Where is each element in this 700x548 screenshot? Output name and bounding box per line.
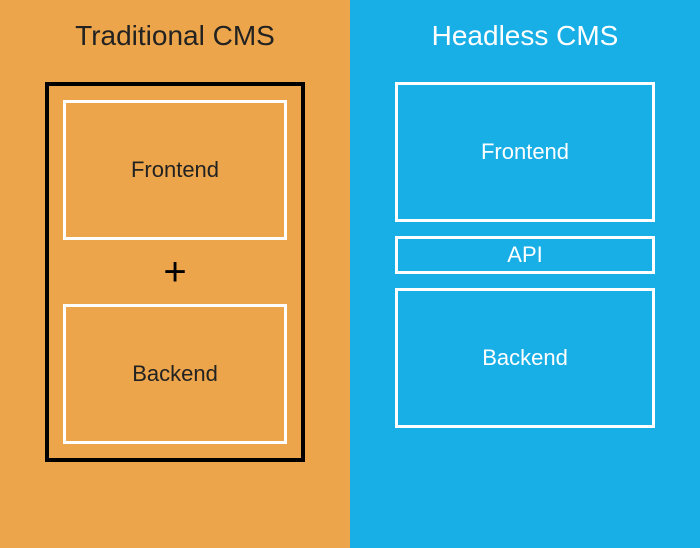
traditional-backend-box: Backend [63,304,287,444]
traditional-cms-panel: Traditional CMS Frontend + Backend [0,0,350,548]
api-box: API [395,236,655,274]
headless-stack: Frontend API Backend [395,82,655,428]
monolith-container: Frontend + Backend [45,82,305,462]
headless-frontend-box: Frontend [395,82,655,222]
headless-backend-box: Backend [395,288,655,428]
traditional-frontend-box: Frontend [63,100,287,240]
traditional-title: Traditional CMS [75,20,275,52]
plus-icon: + [163,250,186,294]
headless-title: Headless CMS [432,20,619,52]
headless-cms-panel: Headless CMS Frontend API Backend [350,0,700,548]
